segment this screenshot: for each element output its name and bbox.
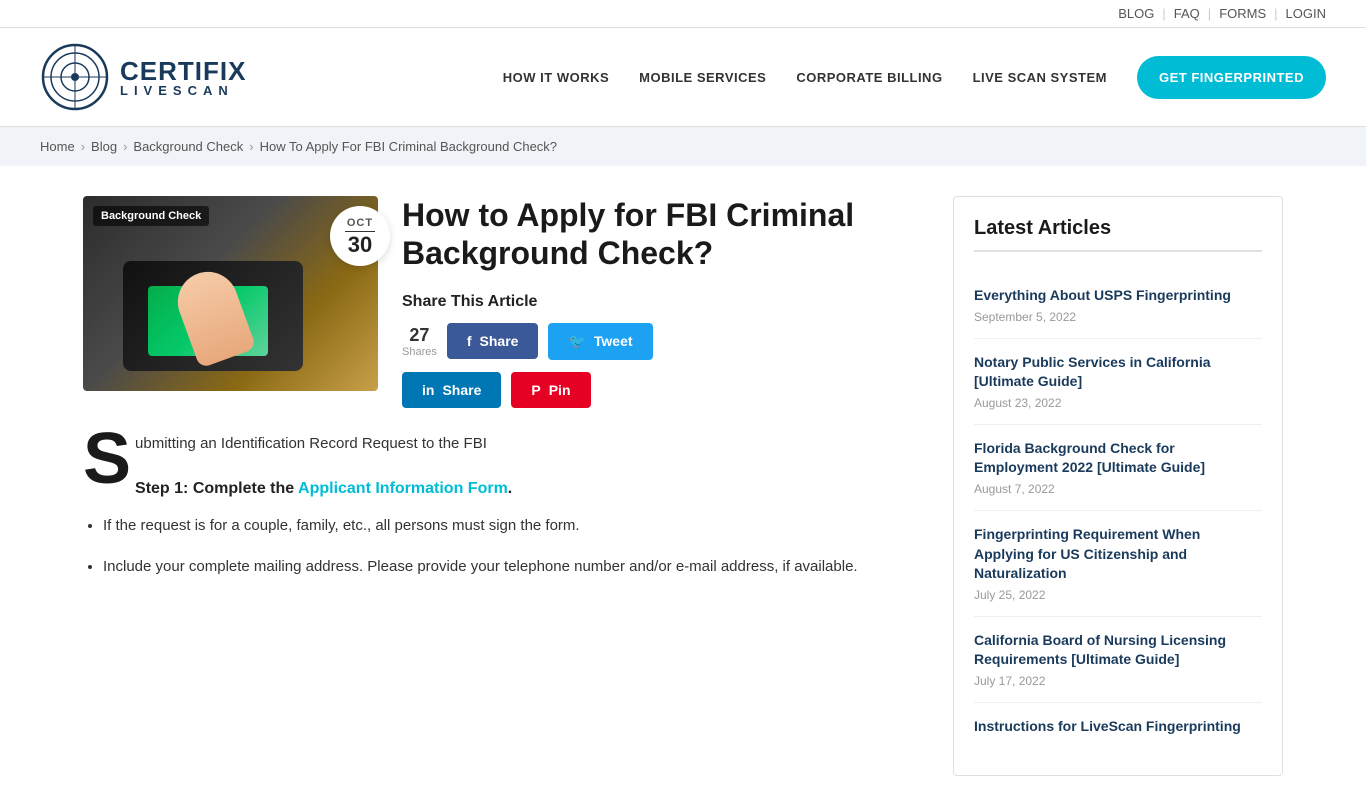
- nav-corporate-billing[interactable]: CORPORATE BILLING: [796, 70, 942, 85]
- sidebar-article-date: September 5, 2022: [974, 310, 1262, 324]
- sidebar-article-item: Everything About USPS Fingerprinting Sept…: [974, 272, 1262, 339]
- twitter-tweet-label: Tweet: [594, 333, 633, 349]
- breadcrumb-current: How To Apply For FBI Criminal Background…: [260, 139, 557, 154]
- share-heading: Share This Article: [402, 293, 913, 311]
- step1-suffix: .: [508, 480, 512, 497]
- date-month: OCT: [347, 217, 373, 229]
- shares-label: Shares: [402, 346, 437, 358]
- main-container: Background Check OCT 30 How to Apply for…: [43, 166, 1323, 806]
- article-image-wrapper: Background Check OCT 30: [83, 196, 378, 391]
- sidebar-article-title[interactable]: Fingerprinting Requirement When Applying…: [974, 525, 1262, 584]
- sidebar-article-title[interactable]: Notary Public Services in California [Ul…: [974, 353, 1262, 392]
- date-day: 30: [348, 234, 372, 256]
- latest-articles-list: Everything About USPS Fingerprinting Sept…: [974, 272, 1262, 755]
- sidebar-title: Latest Articles: [974, 217, 1262, 252]
- linkedin-share-button[interactable]: in Share: [402, 372, 501, 408]
- breadcrumb-sep3: ›: [249, 139, 253, 154]
- article-area: Background Check OCT 30 How to Apply for…: [83, 196, 913, 776]
- linkedin-share-label: Share: [442, 382, 481, 398]
- main-nav: HOW IT WORKS MOBILE SERVICES CORPORATE B…: [503, 56, 1326, 99]
- sidebar-article-item: Florida Background Check for Employment …: [974, 425, 1262, 511]
- breadcrumb-sep1: ›: [81, 139, 85, 154]
- sidebar-article-item: Fingerprinting Requirement When Applying…: [974, 511, 1262, 617]
- intro-text-content: ubmitting an Identification Record Reque…: [135, 435, 487, 452]
- sidebar-article-item: California Board of Nursing Licensing Re…: [974, 617, 1262, 703]
- article-body: Submitting an Identification Record Requ…: [83, 432, 913, 580]
- nav-live-scan-system[interactable]: LIVE SCAN SYSTEM: [973, 70, 1107, 85]
- logo-certifix: CERTIFIX: [120, 58, 246, 84]
- logo-text: CERTIFIX LIVESCAN: [120, 58, 246, 97]
- facebook-share-label: Share: [480, 333, 519, 349]
- logo-icon: [40, 42, 110, 112]
- breadcrumb-blog[interactable]: Blog: [91, 139, 117, 154]
- shares-number: 27: [409, 325, 429, 346]
- shares-count: 27 Shares: [402, 325, 437, 358]
- step1-heading: Step 1: Complete the Applicant Informati…: [83, 480, 913, 498]
- sep3: |: [1274, 6, 1277, 21]
- pinterest-icon: P: [531, 382, 540, 398]
- pinterest-pin-button[interactable]: P Pin: [511, 372, 590, 408]
- pinterest-pin-label: Pin: [549, 382, 571, 398]
- drop-cap: S: [83, 432, 131, 486]
- twitter-icon: 🐦: [568, 333, 585, 350]
- facebook-icon: f: [467, 333, 472, 349]
- topbar-login-link[interactable]: LOGIN: [1286, 6, 1326, 21]
- intro-paragraph: Submitting an Identification Record Requ…: [83, 432, 913, 456]
- date-badge: OCT 30: [330, 206, 390, 266]
- breadcrumb-background-check[interactable]: Background Check: [133, 139, 243, 154]
- sep1: |: [1162, 6, 1165, 21]
- logo-area: CERTIFIX LIVESCAN: [40, 42, 246, 112]
- linkedin-icon: in: [422, 382, 434, 398]
- sidebar: Latest Articles Everything About USPS Fi…: [953, 196, 1283, 776]
- applicant-form-link[interactable]: Applicant Information Form: [298, 480, 508, 497]
- topbar-blog-link[interactable]: BLOG: [1118, 6, 1154, 21]
- sidebar-article-title[interactable]: Florida Background Check for Employment …: [974, 439, 1262, 478]
- sidebar-article-item: Instructions for LiveScan Fingerprinting: [974, 703, 1262, 755]
- nav-how-it-works[interactable]: HOW IT WORKS: [503, 70, 609, 85]
- twitter-tweet-button[interactable]: 🐦 Tweet: [548, 323, 652, 360]
- step1-prefix: Step 1: Complete the: [135, 480, 298, 497]
- list-item: If the request is for a couple, family, …: [103, 512, 913, 539]
- logo-livescan: LIVESCAN: [120, 84, 246, 97]
- sidebar-article-date: August 23, 2022: [974, 396, 1262, 410]
- article-title: How to Apply for FBI Criminal Background…: [402, 196, 913, 273]
- sidebar-article-item: Notary Public Services in California [Ul…: [974, 339, 1262, 425]
- share-buttons-row2: in Share P Pin: [402, 372, 913, 408]
- article-title-area: How to Apply for FBI Criminal Background…: [402, 196, 913, 408]
- sep2: |: [1208, 6, 1211, 21]
- breadcrumb: Home › Blog › Background Check › How To …: [0, 127, 1366, 166]
- sidebar-article-title[interactable]: California Board of Nursing Licensing Re…: [974, 631, 1262, 670]
- topbar-forms-link[interactable]: FORMS: [1219, 6, 1266, 21]
- list-item: Include your complete mailing address. P…: [103, 553, 913, 580]
- breadcrumb-home[interactable]: Home: [40, 139, 75, 154]
- nav-mobile-services[interactable]: MOBILE SERVICES: [639, 70, 766, 85]
- sidebar-article-title[interactable]: Instructions for LiveScan Fingerprinting: [974, 717, 1262, 737]
- facebook-share-button[interactable]: f Share: [447, 323, 539, 359]
- sidebar-article-date: July 17, 2022: [974, 674, 1262, 688]
- share-buttons-row1: 27 Shares f Share 🐦 Tweet: [402, 323, 913, 360]
- article-header: Background Check OCT 30 How to Apply for…: [83, 196, 913, 408]
- sidebar-card: Latest Articles Everything About USPS Fi…: [953, 196, 1283, 776]
- sidebar-article-date: July 25, 2022: [974, 588, 1262, 602]
- sidebar-article-title[interactable]: Everything About USPS Fingerprinting: [974, 286, 1262, 306]
- article-category-badge: Background Check: [93, 206, 209, 226]
- topbar-faq-link[interactable]: FAQ: [1174, 6, 1200, 21]
- sidebar-article-date: August 7, 2022: [974, 482, 1262, 496]
- bullet-list: If the request is for a couple, family, …: [103, 512, 913, 580]
- finger-shape: [169, 263, 256, 368]
- breadcrumb-sep2: ›: [123, 139, 127, 154]
- header: CERTIFIX LIVESCAN HOW IT WORKS MOBILE SE…: [0, 28, 1366, 127]
- top-bar: BLOG | FAQ | FORMS | LOGIN: [0, 0, 1366, 28]
- get-fingerprinted-button[interactable]: GET FINGERPRINTED: [1137, 56, 1326, 99]
